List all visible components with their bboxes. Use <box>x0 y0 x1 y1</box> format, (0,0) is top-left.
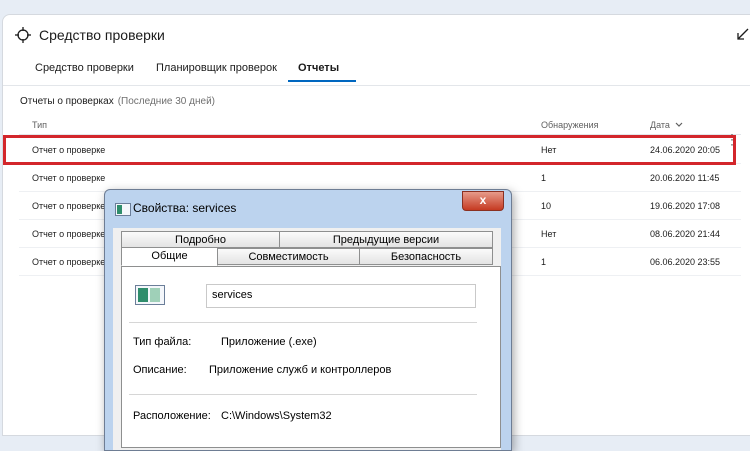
row-date: 06.06.2020 23:55 <box>650 257 721 267</box>
dialog-title: Свойства: services <box>133 201 237 215</box>
location-label: Расположение: <box>133 410 211 422</box>
description-label: Описание: <box>133 364 187 376</box>
tab-details[interactable]: Подробно <box>121 231 280 248</box>
tabs-divider <box>3 85 750 86</box>
separator <box>129 322 477 323</box>
row-detections: 1 <box>541 173 547 183</box>
tab-scanner[interactable]: Средство проверки <box>35 62 134 74</box>
reports-subtitle: (Последние 30 дней) <box>117 96 215 107</box>
dialog-app-icon <box>115 203 131 216</box>
column-header-type[interactable]: Тип <box>32 120 47 130</box>
table-row[interactable]: Отчет о проверке 1 20.06.2020 11:45 <box>19 165 741 192</box>
column-header-detections[interactable]: Обнаружения <box>541 120 599 130</box>
collapse-arrow-icon[interactable] <box>737 27 749 45</box>
row-type: Отчет о проверке <box>32 201 106 211</box>
description-value: Приложение служб и контроллеров <box>209 364 392 376</box>
row-date: 08.06.2020 21:44 <box>650 229 721 239</box>
window-title-text: Средство проверки <box>39 27 165 43</box>
separator <box>129 394 477 395</box>
file-name-field[interactable]: services <box>206 284 476 308</box>
tab-compatibility[interactable]: Совместимость <box>217 248 360 265</box>
properties-dialog: Свойства: services x Подробно Предыдущие… <box>104 189 512 451</box>
location-value: C:\Windows\System32 <box>221 410 332 422</box>
tab-scheduler[interactable]: Планировщик проверок <box>156 62 277 74</box>
row-type: Отчет о проверке <box>32 257 106 267</box>
file-icon <box>135 285 165 305</box>
chevron-down-icon <box>676 122 683 127</box>
tab-reports[interactable]: Отчеты <box>298 62 339 74</box>
file-type-value: Приложение (.exe) <box>221 336 317 348</box>
row-date: 20.06.2020 11:45 <box>650 173 720 183</box>
tab-previous-versions[interactable]: Предыдущие версии <box>279 231 493 248</box>
active-tab-indicator <box>288 80 356 82</box>
tab-security[interactable]: Безопасность <box>359 248 493 265</box>
column-header-date-label: Дата <box>650 120 670 130</box>
scan-target-icon <box>15 27 31 43</box>
row-type: Отчет о проверке <box>32 229 106 239</box>
row-detections: 10 <box>541 201 552 211</box>
row-date: 19.06.2020 17:08 <box>650 201 721 211</box>
row-detections: 1 <box>541 257 547 267</box>
reports-title: Отчеты о проверках <box>20 96 114 107</box>
file-type-label: Тип файла: <box>133 336 192 348</box>
row-highlight-frame <box>3 135 736 165</box>
tab-general[interactable]: Общие <box>121 247 218 266</box>
row-detections: Нет <box>541 229 557 239</box>
window-title: Средство проверки <box>15 25 165 45</box>
close-button[interactable]: x <box>462 191 504 211</box>
row-type: Отчет о проверке <box>32 173 106 183</box>
column-header-date[interactable]: Дата <box>650 120 683 130</box>
reports-section-title: Отчеты о проверках (Последние 30 дней) <box>20 96 215 107</box>
main-tabs: Средство проверки Планировщик проверок О… <box>3 53 750 83</box>
